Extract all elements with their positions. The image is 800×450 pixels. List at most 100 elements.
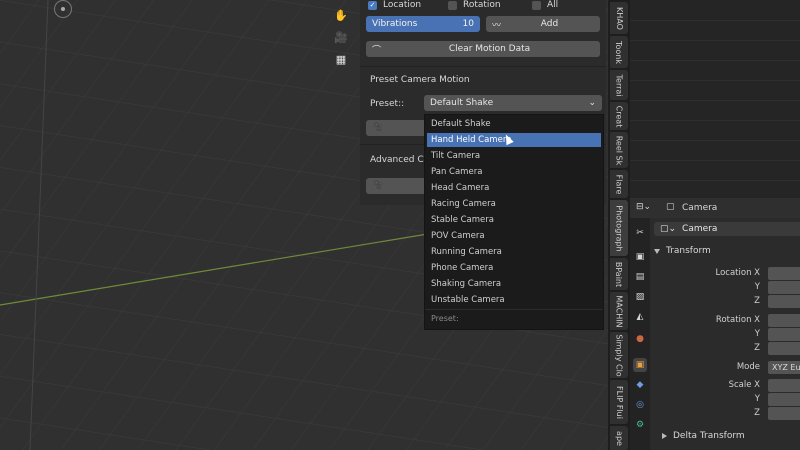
object-properties-icon[interactable]: ▣ <box>633 358 647 372</box>
properties-editor: ⊟⌄ ▢ Camera ✂ ▣ ▤ ▨ ◭ ● ▣ ◆ ◎ ⚙ ▢⌄ Camer… <box>630 198 800 450</box>
modifier-icon[interactable]: ◆ <box>633 378 647 392</box>
rotation-x-field[interactable] <box>768 314 800 327</box>
preset-select[interactable]: Default Shake ⌄ <box>424 95 602 111</box>
scale-x-field[interactable] <box>768 379 800 392</box>
vibrations-value: 10 <box>462 19 474 29</box>
view-layer-icon[interactable]: ▨ <box>633 290 647 304</box>
tab-bpaint[interactable]: BPaint <box>610 258 628 290</box>
tab-khao[interactable]: KHAO <box>610 2 628 34</box>
location-y-label: Y <box>754 282 760 292</box>
preset-selected-value: Default Shake <box>430 98 494 108</box>
physics-icon[interactable]: ◎ <box>633 398 647 412</box>
output-icon[interactable]: ▤ <box>633 270 647 284</box>
world-icon[interactable]: ● <box>633 332 647 346</box>
properties-header: ⊟⌄ ▢ Camera <box>630 198 800 218</box>
chevron-right-icon <box>662 433 667 439</box>
location-y-field[interactable] <box>768 281 800 294</box>
dropdown-item-running-camera[interactable]: Running Camera <box>427 245 601 259</box>
viewport-nav-tools: ✋ 🎥 ▦ <box>332 6 350 72</box>
hand-pan-icon[interactable]: ✋ <box>332 6 350 24</box>
delta-transform-header[interactable]: Delta Transform <box>662 431 745 441</box>
advanced-apply-button[interactable]: 🎥 <box>366 178 426 194</box>
scale-y-field[interactable] <box>768 393 800 406</box>
dropdown-item-stable-camera[interactable]: Stable Camera <box>427 213 601 227</box>
object-name-field[interactable]: ▢⌄ Camera <box>654 222 800 236</box>
camera-icon: 🎥 <box>372 181 384 191</box>
properties-tabs: ✂ ▣ ▤ ▨ ◭ ● ▣ ◆ ◎ ⚙ <box>630 218 650 450</box>
constraints-icon[interactable]: ⚙ <box>633 418 647 432</box>
scene-icon[interactable]: ◭ <box>633 310 647 324</box>
rotation-toggle[interactable]: Rotation <box>448 0 501 10</box>
preset-section-title: Preset Camera Motion <box>370 75 470 85</box>
tab-machin[interactable]: MACHIN <box>610 292 628 330</box>
location-toggle[interactable]: ✓ Location <box>368 0 421 10</box>
preset-apply-button[interactable]: 🎥 <box>366 120 426 136</box>
rotation-y-label: Y <box>754 329 760 339</box>
location-z-label: Z <box>754 296 760 306</box>
clear-motion-data-button[interactable]: ⌒ Clear Motion Data <box>366 41 600 57</box>
dropdown-item-pov-camera[interactable]: POV Camera <box>427 229 601 243</box>
add-label: Add <box>540 19 559 29</box>
dropdown-item-default-shake[interactable]: Default Shake <box>427 117 601 131</box>
transform-panel-header[interactable]: Transform <box>654 246 711 256</box>
preset-label: Preset:: <box>370 99 405 109</box>
camera-object-icon: ▢⌄ <box>660 224 677 234</box>
dropdown-item-pan-camera[interactable]: Pan Camera <box>427 165 601 179</box>
tab-reel-sk[interactable]: Reel Sk <box>610 132 628 168</box>
object-icon: ▢ <box>666 202 675 212</box>
sidebar-tabs: KHAO Toonk Terrai Creat Reel Sk Flare Ph… <box>608 0 630 450</box>
dropdown-item-phone-camera[interactable]: Phone Camera <box>427 261 601 275</box>
grid-ortho-icon[interactable]: ▦ <box>332 50 350 68</box>
rotation-z-field[interactable] <box>768 342 800 355</box>
dropdown-footer: Preset: <box>425 309 603 327</box>
tab-flip-flui[interactable]: FLIP Flui <box>610 380 628 424</box>
location-x-label: Location X <box>715 268 760 278</box>
tool-icon[interactable]: ✂ <box>633 226 647 240</box>
location-checkbox[interactable]: ✓ <box>368 0 377 10</box>
rotation-checkbox[interactable] <box>448 0 457 10</box>
tab-simply-clo[interactable]: Simply Clo <box>610 332 628 378</box>
dropdown-item-shaking-camera[interactable]: Shaking Camera <box>427 277 601 291</box>
rotation-mode-select[interactable]: XYZ Eul <box>768 361 800 374</box>
curve-icon: ⌒ <box>372 45 382 56</box>
tab-toonk[interactable]: Toonk <box>610 36 628 68</box>
transform-title: Transform <box>666 246 711 256</box>
vibrations-field[interactable]: Vibrations 10 <box>366 16 480 32</box>
scale-z-field[interactable] <box>768 407 800 420</box>
outliner-panel <box>630 0 800 198</box>
rotation-y-field[interactable] <box>768 328 800 341</box>
dropdown-item-head-camera[interactable]: Head Camera <box>427 181 601 195</box>
dropdown-item-tilt-camera[interactable]: Tilt Camera <box>427 149 601 163</box>
dropdown-item-racing-camera[interactable]: Racing Camera <box>427 197 601 211</box>
tab-terrai[interactable]: Terrai <box>610 70 628 100</box>
chevron-down-icon <box>654 248 660 254</box>
add-button[interactable]: 〰 Add <box>486 16 600 32</box>
location-z-field[interactable] <box>768 295 800 308</box>
rotation-z-label: Z <box>754 343 760 353</box>
editor-type-icon[interactable]: ⊟⌄ <box>636 202 651 212</box>
rotation-mode-label: Mode <box>736 362 760 372</box>
location-x-field[interactable] <box>768 267 800 280</box>
clear-motion-label: Clear Motion Data <box>448 44 531 54</box>
tab-creat[interactable]: Creat <box>610 102 628 130</box>
tab-photograph[interactable]: Photograph <box>610 200 628 256</box>
render-icon[interactable]: ▣ <box>633 250 647 264</box>
scale-x-label: Scale X <box>728 380 760 390</box>
location-label: Location <box>383 0 422 10</box>
view-orientation-icon[interactable] <box>54 0 72 18</box>
scale-y-label: Y <box>754 394 760 404</box>
object-name-header: Camera <box>682 203 718 213</box>
camera-view-icon[interactable]: 🎥 <box>332 28 350 46</box>
all-checkbox[interactable] <box>532 0 541 10</box>
all-label: All <box>547 0 559 10</box>
dropdown-item-hand-held-camera[interactable]: Hand Held Camera <box>427 133 601 147</box>
dropdown-item-unstable-camera[interactable]: Unstable Camera <box>427 293 601 307</box>
waveform-icon: 〰 <box>492 20 502 31</box>
tab-flare[interactable]: Flare <box>610 170 628 198</box>
tab-ape[interactable]: ape <box>610 426 628 450</box>
scale-z-label: Z <box>754 408 760 418</box>
object-name-value: Camera <box>682 224 718 234</box>
preset-dropdown-menu: Default Shake Hand Held Camera Tilt Came… <box>424 114 604 330</box>
chevron-down-icon: ⌄ <box>588 98 596 108</box>
all-toggle[interactable]: All <box>532 0 558 10</box>
